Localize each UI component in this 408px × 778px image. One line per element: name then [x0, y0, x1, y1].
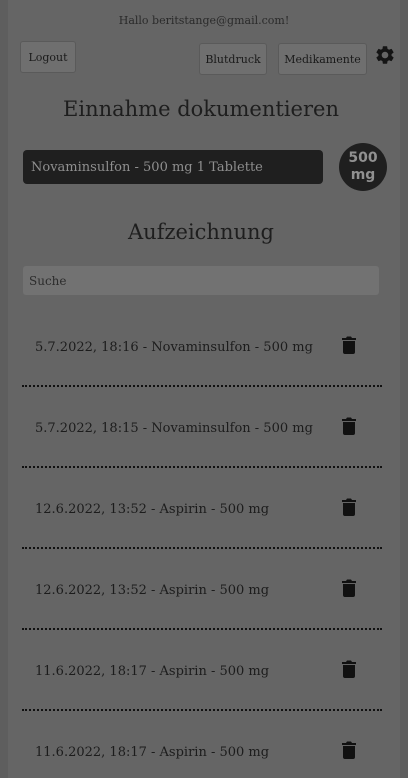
trash-icon[interactable]	[342, 660, 356, 678]
medication-select[interactable]: Novaminsulfon - 500 mg 1 Tablette	[23, 150, 323, 184]
list-item: 5.7.2022, 18:15 - Novaminsulfon - 500 mg	[22, 387, 382, 468]
intake-title: Einnahme dokumentieren	[63, 97, 339, 121]
search-input[interactable]	[23, 266, 379, 295]
record-text: 5.7.2022, 18:15 - Novaminsulfon - 500 mg	[35, 421, 313, 436]
medication-select-value: Novaminsulfon - 500 mg 1 Tablette	[31, 159, 263, 175]
dose-amount: 500	[348, 150, 378, 166]
list-item: 11.6.2022, 18:17 - Aspirin - 500 mg	[22, 630, 382, 711]
trash-icon[interactable]	[342, 741, 356, 759]
settings-button[interactable]	[373, 43, 397, 67]
records-title: Aufzeichnung	[128, 220, 274, 244]
list-item: 5.7.2022, 18:16 - Novaminsulfon - 500 mg	[22, 306, 382, 387]
trash-icon[interactable]	[342, 336, 356, 354]
list-item: 12.6.2022, 13:52 - Aspirin - 500 mg	[22, 549, 382, 630]
records-list: 5.7.2022, 18:16 - Novaminsulfon - 500 mg…	[22, 306, 382, 778]
record-text: 12.6.2022, 13:52 - Aspirin - 500 mg	[35, 502, 270, 517]
gear-icon	[376, 46, 394, 64]
trash-icon[interactable]	[342, 417, 356, 435]
logout-button[interactable]: Logout	[20, 41, 76, 73]
record-text: 5.7.2022, 18:16 - Novaminsulfon - 500 mg	[35, 340, 313, 355]
blutdruck-button[interactable]: Blutdruck	[199, 43, 267, 75]
medikamente-button[interactable]: Medikamente	[278, 43, 367, 75]
record-text: 11.6.2022, 18:17 - Aspirin - 500 mg	[35, 745, 270, 760]
list-item: 11.6.2022, 18:17 - Aspirin - 500 mg	[22, 711, 382, 778]
record-text: 12.6.2022, 13:52 - Aspirin - 500 mg	[35, 583, 270, 598]
greeting-text: Hallo beritstange@gmail.com!	[118, 14, 290, 27]
trash-icon[interactable]	[342, 498, 356, 516]
list-item: 12.6.2022, 13:52 - Aspirin - 500 mg	[22, 468, 382, 549]
trash-icon[interactable]	[342, 579, 356, 597]
dose-submit-button[interactable]: 500 mg	[339, 143, 387, 191]
record-text: 11.6.2022, 18:17 - Aspirin - 500 mg	[35, 664, 270, 679]
dose-unit: mg	[350, 167, 376, 183]
